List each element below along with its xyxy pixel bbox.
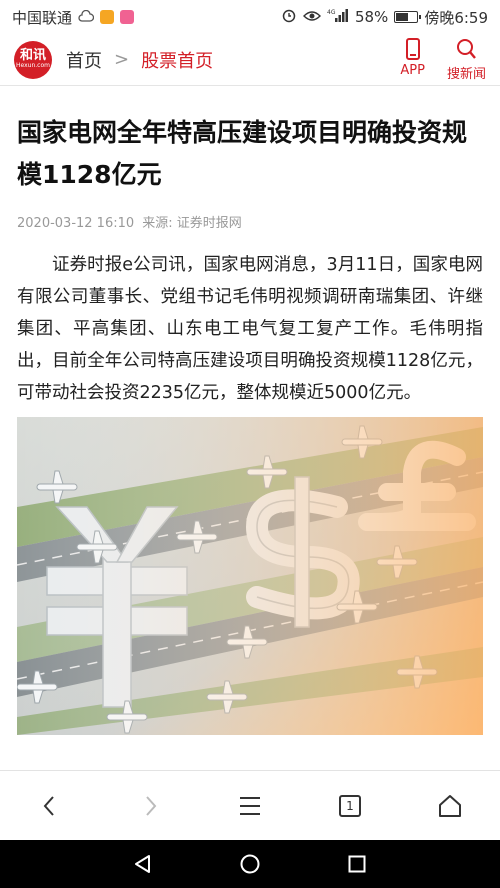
menu-button[interactable] — [220, 776, 280, 836]
article-image[interactable] — [17, 417, 483, 735]
app-badge-icon — [120, 10, 135, 24]
app-download-button[interactable]: APP — [400, 37, 425, 82]
triangle-back-icon — [135, 855, 151, 873]
search-news-button[interactable]: 搜新闻 — [447, 37, 486, 82]
cloud-icon — [78, 8, 95, 26]
site-header: 和讯 Hexun.com 首页 > 股票首页 APP 搜新闻 — [0, 34, 500, 86]
chevron-left-icon — [43, 795, 54, 816]
article-date: 2020-03-12 16:10 — [17, 216, 135, 231]
signal-icon: 4G — [327, 8, 349, 26]
carrier-name: 中国联通 — [12, 8, 73, 27]
phone-icon — [405, 38, 420, 60]
app-badge-icon — [100, 10, 115, 24]
battery-icon — [394, 11, 422, 23]
menu-icon — [240, 796, 260, 815]
nav-home-button[interactable] — [230, 844, 270, 884]
article-source: 来源: 证券时报网 — [142, 216, 242, 231]
search-label: 搜新闻 — [446, 67, 486, 82]
tabs-button[interactable]: 1 — [320, 776, 380, 836]
status-bar: 中国联通 4G 58% 傍晚6:59 — [0, 0, 500, 34]
article-meta: 2020-03-12 16:10 来源: 证券时报网 — [17, 212, 483, 231]
alarm-icon — [281, 7, 297, 27]
airport-currency-illustration — [17, 417, 483, 735]
chevron-right-icon — [146, 795, 157, 816]
hexun-logo[interactable]: 和讯 Hexun.com — [14, 40, 52, 79]
forward-button[interactable] — [120, 776, 180, 836]
nav-back-button[interactable] — [123, 844, 163, 884]
browser-toolbar: 1 — [0, 770, 500, 840]
battery-percent: 58% — [354, 8, 389, 26]
article-title: 国家电网全年特高压建设项目明确投资规模1128亿元 — [17, 118, 468, 189]
back-button[interactable] — [20, 776, 80, 836]
breadcrumb-home[interactable]: 首页 — [66, 47, 102, 73]
square-recents-icon — [348, 855, 366, 873]
article-paragraph: 证券时报e公司讯，国家电网消息，3月11日，国家电网有限公司董事长、党组书记毛伟… — [17, 255, 483, 403]
search-icon — [457, 39, 477, 59]
home-button[interactable] — [420, 776, 480, 836]
eye-icon — [302, 8, 321, 26]
logo-subtext: Hexun.com — [16, 62, 50, 69]
tabs-count: 1 — [339, 794, 361, 817]
app-label: APP — [400, 63, 425, 78]
logo-text: 和讯 — [19, 48, 46, 63]
breadcrumb-separator: > — [114, 49, 130, 70]
article: 国家电网全年特高压建设项目明确投资规模1128亿元 2020-03-12 16:… — [0, 86, 500, 770]
circle-home-icon — [240, 854, 260, 874]
breadcrumb-current[interactable]: 股票首页 — [141, 47, 213, 73]
home-icon — [439, 794, 461, 817]
nav-recents-button[interactable] — [337, 844, 377, 884]
clock: 傍晚6:59 — [424, 8, 488, 27]
network-type: 4G — [327, 9, 336, 16]
system-navigation-bar — [0, 840, 500, 888]
